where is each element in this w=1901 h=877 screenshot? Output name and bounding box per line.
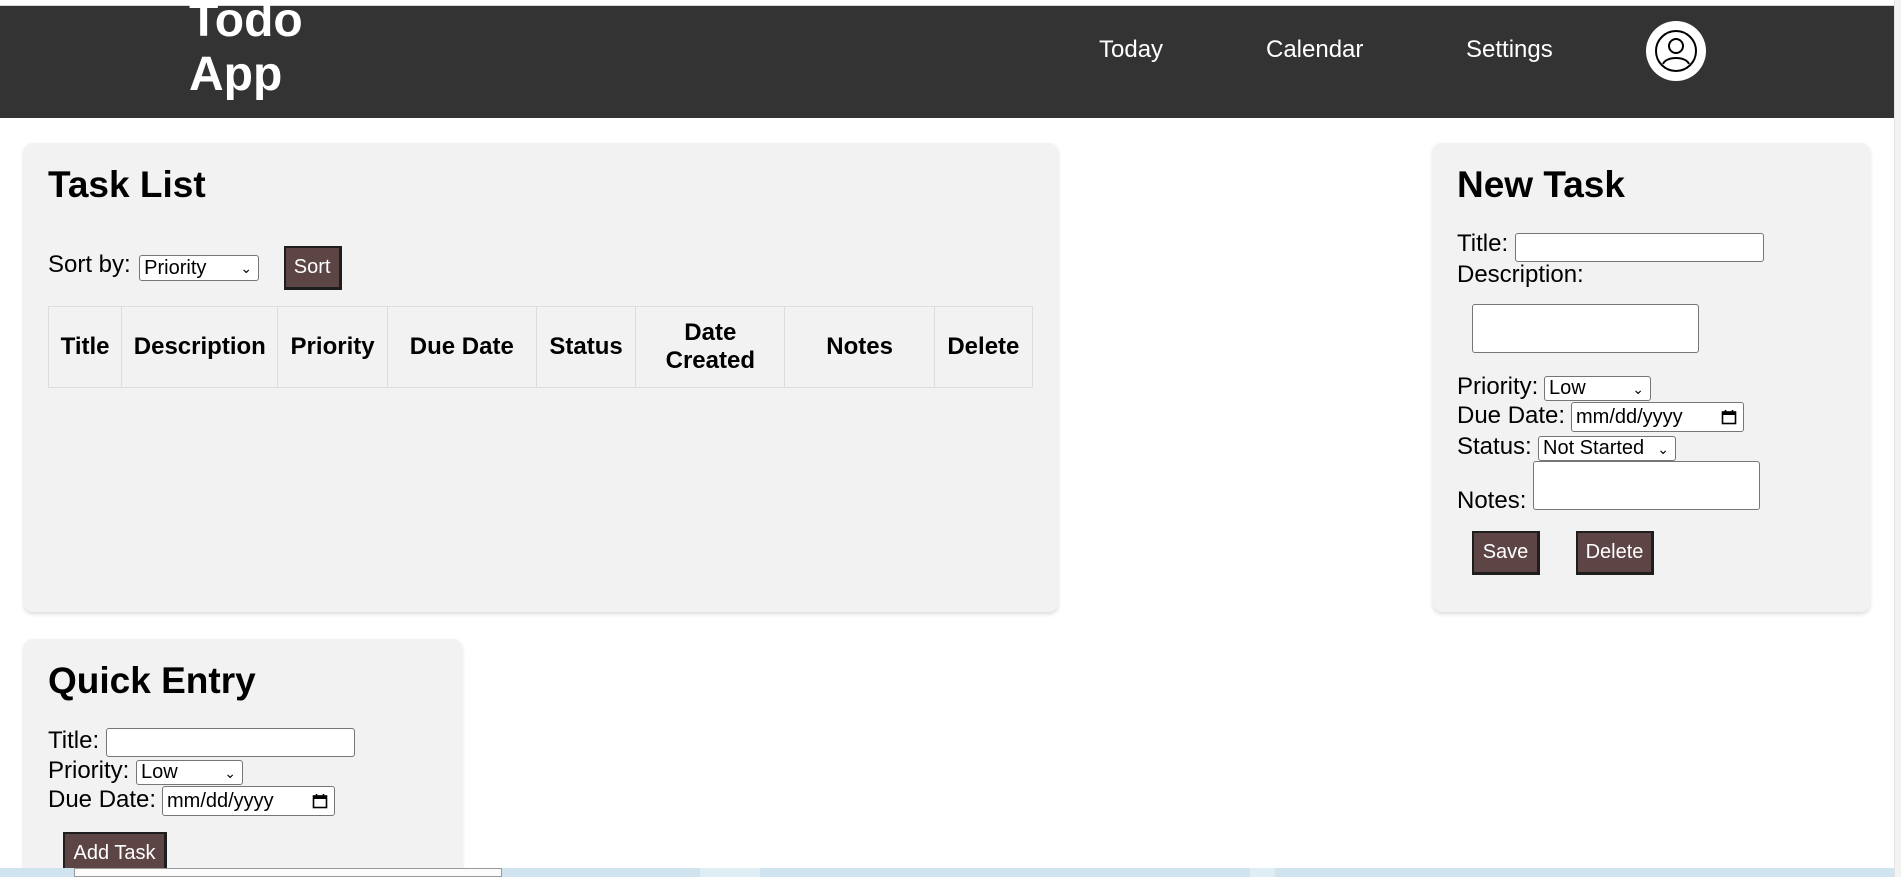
- new-task-notes-textarea[interactable]: [1533, 461, 1760, 510]
- quick-entry-heading: Quick Entry: [48, 660, 256, 701]
- new-task-status-value: Not Started: [1543, 437, 1645, 459]
- new-task-status-select[interactable]: Not Started ⌄: [1538, 436, 1676, 461]
- column-header-date-created: Date Created: [635, 306, 786, 388]
- user-circle-icon: [1655, 30, 1697, 72]
- app-page: Todo App Today Calendar Settings Task Li…: [0, 0, 1901, 877]
- page-scrollbar[interactable]: [1894, 0, 1901, 877]
- column-header-delete: Delete: [933, 306, 1034, 388]
- taskbar-segment: [700, 868, 760, 877]
- column-header-title: Title: [47, 306, 123, 388]
- column-header-date-created-text: Date Created: [665, 319, 755, 374]
- new-task-description-textarea[interactable]: [1472, 304, 1699, 353]
- task-table-header-row: Title Description Priority Due Date Stat…: [47, 306, 1034, 388]
- brand-line-2: App: [189, 48, 283, 101]
- chevron-down-icon: ⌄: [1632, 380, 1644, 397]
- new-task-priority-value: Low: [1549, 377, 1586, 399]
- quick-entry-priority-label: Priority:: [48, 757, 130, 784]
- delete-button[interactable]: Delete: [1576, 531, 1654, 575]
- quick-entry-priority-select[interactable]: Low ⌄: [136, 760, 243, 785]
- calendar-icon: [312, 794, 328, 809]
- column-header-priority: Priority: [277, 306, 388, 388]
- new-task-priority-label: Priority:: [1457, 373, 1539, 400]
- quick-entry-due-date-input[interactable]: mm/dd/yyyy: [162, 786, 335, 816]
- quick-entry-title-label: Title:: [48, 727, 100, 754]
- nav-today-link[interactable]: Today: [1099, 36, 1163, 64]
- new-task-title-label: Title:: [1457, 230, 1509, 257]
- column-header-due-date: Due Date: [386, 306, 537, 388]
- nav-calendar-link[interactable]: Calendar: [1266, 36, 1363, 64]
- sort-by-value: Priority: [144, 256, 207, 279]
- quick-entry-due-date-placeholder: mm/dd/yyyy: [167, 789, 274, 812]
- user-avatar-button[interactable]: [1646, 21, 1706, 81]
- save-button[interactable]: Save: [1472, 531, 1540, 575]
- new-task-title-input[interactable]: [1515, 233, 1764, 262]
- task-list-heading: Task List: [48, 164, 206, 205]
- brand-line-1: Todo: [189, 0, 303, 47]
- new-task-status-label: Status:: [1457, 433, 1532, 460]
- top-navbar: Todo App Today Calendar Settings: [0, 0, 1895, 118]
- taskbar-segment: [1250, 868, 1275, 877]
- sort-button[interactable]: Sort: [283, 246, 342, 290]
- quick-entry-panel: Quick Entry Title: Priority: Low ⌄ Due D…: [24, 639, 462, 877]
- app-brand: Todo App: [189, 0, 389, 102]
- taskbar-window-thumbnail[interactable]: [74, 868, 502, 877]
- calendar-icon: [1721, 410, 1737, 425]
- new-task-due-date-placeholder: mm/dd/yyyy: [1576, 405, 1683, 428]
- chevron-down-icon: ⌄: [1657, 440, 1669, 457]
- sort-by-select[interactable]: Priority ⌄: [139, 255, 260, 281]
- new-task-due-date-input[interactable]: mm/dd/yyyy: [1571, 402, 1744, 432]
- nav-settings-link[interactable]: Settings: [1466, 36, 1553, 64]
- chevron-down-icon: ⌄: [224, 764, 236, 781]
- chevron-down-icon: ⌄: [240, 260, 253, 276]
- task-list-panel: Task List Sort by: Priority ⌄ Sort Title…: [24, 143, 1058, 612]
- column-header-status: Status: [535, 306, 637, 388]
- column-header-description: Description: [121, 306, 279, 388]
- quick-entry-title-input[interactable]: [106, 728, 355, 757]
- sort-row: Sort by: Priority ⌄ Sort: [48, 246, 342, 290]
- new-task-due-date-label: Due Date:: [1457, 402, 1566, 429]
- new-task-panel: New Task Title: Description: Priority: L…: [1433, 143, 1870, 612]
- new-task-priority-select[interactable]: Low ⌄: [1544, 376, 1651, 401]
- task-table: Title Description Priority Due Date Stat…: [47, 306, 1034, 388]
- new-task-heading: New Task: [1457, 164, 1625, 205]
- column-header-notes: Notes: [784, 306, 935, 388]
- sort-by-label: Sort by:: [48, 251, 131, 279]
- new-task-description-label: Description:: [1457, 261, 1584, 288]
- quick-entry-priority-value: Low: [141, 761, 178, 783]
- quick-entry-due-date-label: Due Date:: [48, 786, 157, 813]
- new-task-notes-label: Notes:: [1457, 487, 1527, 514]
